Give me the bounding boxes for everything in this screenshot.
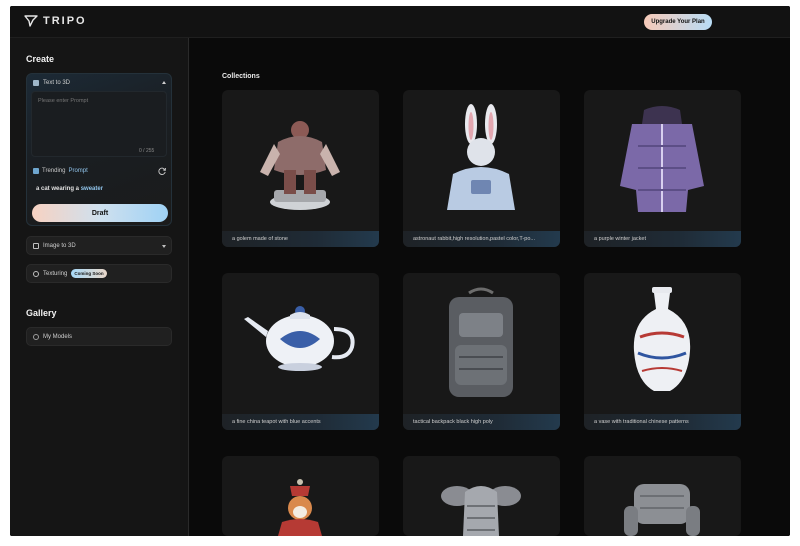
- top-bar: TRIPO Upgrade Your Plan: [10, 6, 790, 38]
- collection-card[interactable]: [403, 456, 560, 536]
- collection-card[interactable]: astronaut rabbit,high resolution,pastel …: [403, 90, 560, 247]
- collection-card[interactable]: a golem made of stone: [222, 90, 379, 247]
- text-to-3d-toggle[interactable]: Text to 3D: [33, 80, 70, 86]
- collection-card[interactable]: [222, 456, 379, 536]
- chevron-down-icon[interactable]: [162, 245, 166, 248]
- tripo-logo-icon: [24, 15, 38, 27]
- my-models-label: My Models: [43, 333, 73, 340]
- card-caption: a vase with traditional chinese patterns: [584, 414, 741, 430]
- image-to-3d-item[interactable]: Image to 3D: [26, 236, 172, 255]
- char-counter: 0 / 255: [139, 148, 155, 154]
- texture-icon: [33, 270, 39, 277]
- card-caption: a fine china teapot with blue accents: [222, 414, 379, 430]
- china-teapot-icon: [244, 306, 355, 371]
- image-to-3d-label: Image to 3D: [43, 242, 76, 249]
- refresh-icon[interactable]: [157, 166, 167, 176]
- collection-card[interactable]: tactical backpack black high poly: [403, 273, 560, 430]
- suggestion-highlight: sweater: [80, 186, 104, 192]
- gallery-title: Gallery: [26, 308, 57, 318]
- armor-chestplate-icon: [441, 486, 521, 536]
- trending-label: Trending: [42, 168, 66, 174]
- tactical-backpack-icon: [449, 287, 513, 397]
- text-icon: [33, 80, 39, 86]
- chinese-vase-icon: [633, 287, 691, 391]
- create-title: Create: [26, 54, 55, 64]
- stone-golem-icon: [260, 121, 340, 210]
- card-caption: a purple winter jacket: [584, 231, 741, 247]
- leather-armchair-icon: [624, 484, 700, 536]
- collection-card[interactable]: a fine china teapot with blue accents: [222, 273, 379, 430]
- suggestion-prefix: a cat wearing a: [36, 186, 80, 192]
- trending-prompt: Trending Prompt: [33, 168, 88, 174]
- collection-card[interactable]: a vase with traditional chinese patterns: [584, 273, 741, 430]
- trending-highlight: Prompt: [68, 168, 88, 174]
- texturing-item[interactable]: Texturing Coming Soon: [26, 264, 172, 283]
- text-to-3d-panel: Text to 3D 0 / 255 Trending Prompt a cat…: [26, 73, 172, 226]
- texturing-label: Texturing: [43, 270, 68, 277]
- upgrade-plan-button[interactable]: Upgrade Your Plan: [644, 14, 712, 30]
- collections-title: Collections: [222, 73, 260, 80]
- app-window: TRIPO Upgrade Your Plan Create Text to 3…: [10, 6, 790, 536]
- astronaut-rabbit-icon: [447, 104, 515, 210]
- image-icon: [33, 242, 39, 249]
- models-icon: [33, 333, 39, 340]
- card-caption: astronaut rabbit,high resolution,pastel …: [403, 231, 560, 247]
- collection-card[interactable]: a purple winter jacket: [584, 90, 741, 247]
- trending-icon: [33, 168, 39, 174]
- app-name: TRIPO: [43, 15, 87, 27]
- collection-card[interactable]: [584, 456, 741, 536]
- my-models-item[interactable]: My Models: [26, 327, 172, 346]
- card-caption: tactical backpack black high poly: [403, 414, 560, 430]
- suggested-prompt[interactable]: a cat wearing a sweater: [36, 186, 103, 192]
- shiba-figure-icon: [278, 479, 322, 536]
- purple-jacket-icon: [620, 106, 704, 212]
- coming-soon-badge: Coming Soon: [71, 269, 107, 278]
- text-to-3d-label: Text to 3D: [43, 80, 71, 86]
- card-caption: a golem made of stone: [222, 231, 379, 247]
- sidebar: Create Text to 3D 0 / 255 Trending Promp…: [10, 38, 189, 536]
- logo[interactable]: TRIPO: [24, 14, 87, 28]
- chevron-up-icon[interactable]: [162, 81, 166, 84]
- draft-button[interactable]: Draft: [32, 204, 168, 222]
- main-content: Collections a golem made of stone astron…: [190, 38, 790, 536]
